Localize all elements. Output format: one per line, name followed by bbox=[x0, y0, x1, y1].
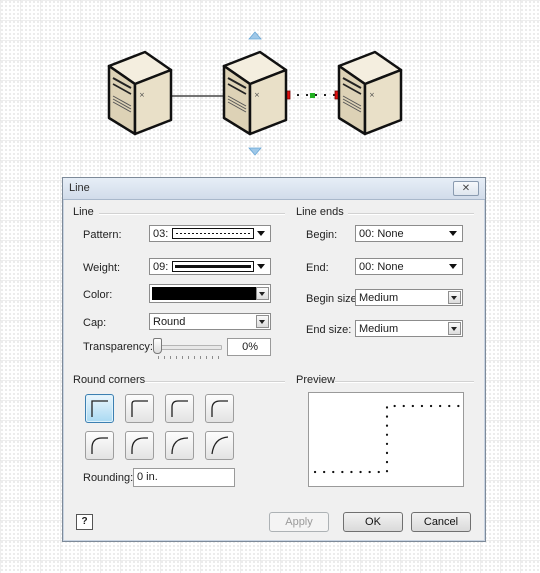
begin-dropdown[interactable]: 00: None bbox=[355, 225, 463, 242]
rounded-corner-2-icon bbox=[171, 400, 188, 417]
connector-mid-handle bbox=[310, 93, 315, 98]
color-label: Color: bbox=[83, 289, 113, 301]
weight-swatch bbox=[172, 261, 254, 272]
svg-text:×: × bbox=[254, 91, 260, 99]
corner-radius-1-button[interactable] bbox=[125, 394, 154, 423]
transparency-slider-ticks bbox=[158, 356, 220, 359]
corner-radius-4-button[interactable] bbox=[85, 431, 114, 460]
begin-size-dropdown[interactable]: Medium bbox=[355, 289, 463, 306]
cancel-button[interactable]: Cancel bbox=[411, 512, 471, 532]
corner-radius-3-button[interactable] bbox=[205, 394, 234, 423]
begin-value: 00: None bbox=[359, 228, 404, 240]
pattern-label: Pattern: bbox=[83, 229, 122, 241]
line-dialog: Line ✕ Line Pattern: 03: Weight: 09: Col… bbox=[62, 177, 486, 542]
server-icon-left[interactable]: × bbox=[105, 48, 175, 138]
line-preview bbox=[308, 392, 464, 487]
weight-value: 09: bbox=[153, 261, 169, 273]
preview-divider bbox=[335, 381, 474, 383]
ok-button[interactable]: OK bbox=[343, 512, 403, 532]
weight-label: Weight: bbox=[83, 262, 121, 274]
chevron-down-icon bbox=[449, 231, 457, 236]
pattern-dropdown[interactable]: 03: bbox=[149, 225, 271, 242]
end-size-value: Medium bbox=[359, 323, 399, 335]
svg-text:×: × bbox=[369, 91, 375, 99]
cap-value: Round bbox=[153, 316, 186, 328]
end-dropdown[interactable]: 00: None bbox=[355, 258, 463, 275]
server-icon-middle[interactable]: × bbox=[220, 48, 290, 138]
rounded-corner-6-icon bbox=[171, 437, 189, 455]
transparency-input[interactable]: 0% bbox=[227, 338, 271, 356]
rounded-corner-4-icon bbox=[91, 437, 108, 454]
connector-solid[interactable] bbox=[170, 93, 226, 99]
rounding-value: 0 in. bbox=[137, 471, 158, 483]
rounded-corner-1-icon bbox=[131, 400, 148, 417]
preview-dotted-line bbox=[313, 404, 461, 474]
transparency-slider-thumb[interactable] bbox=[153, 338, 162, 354]
rounding-label: Rounding: bbox=[83, 472, 134, 484]
end-value: 00: None bbox=[359, 261, 404, 273]
apply-button[interactable]: Apply bbox=[269, 512, 329, 532]
pattern-value: 03: bbox=[153, 228, 169, 240]
help-button[interactable]: ? bbox=[76, 514, 93, 530]
chevron-down-icon bbox=[257, 264, 265, 269]
selection-arrow-up-icon[interactable] bbox=[248, 31, 262, 41]
chevron-down-icon bbox=[256, 315, 269, 328]
begin-label: Begin: bbox=[306, 229, 338, 241]
rounded-corner-3-icon bbox=[211, 400, 228, 417]
chevron-down-icon bbox=[256, 287, 269, 300]
color-dropdown[interactable] bbox=[149, 284, 271, 303]
end-size-label: End size: bbox=[306, 324, 352, 336]
close-icon: ✕ bbox=[461, 183, 471, 194]
chevron-down-icon bbox=[448, 322, 461, 335]
chevron-down-icon bbox=[448, 291, 461, 304]
svg-text:×: × bbox=[139, 91, 145, 99]
end-size-dropdown[interactable]: Medium bbox=[355, 320, 463, 337]
begin-size-label: Begin size: bbox=[306, 293, 360, 305]
corner-radius-6-button[interactable] bbox=[165, 431, 194, 460]
transparency-value: 0% bbox=[242, 341, 258, 353]
transparency-label: Transparency: bbox=[83, 341, 153, 353]
round-corners-divider bbox=[145, 381, 285, 383]
server-icon-right[interactable]: × bbox=[335, 48, 405, 138]
begin-size-value: Medium bbox=[359, 292, 399, 304]
corner-radius-7-button[interactable] bbox=[205, 431, 234, 460]
corner-radius-5-button[interactable] bbox=[125, 431, 154, 460]
weight-dropdown[interactable]: 09: bbox=[149, 258, 271, 275]
corner-radius-0-button[interactable] bbox=[85, 394, 114, 423]
line-group-divider bbox=[99, 213, 285, 215]
cap-label: Cap: bbox=[83, 317, 107, 329]
line-ends-group-label: Line ends bbox=[296, 206, 344, 218]
chevron-down-icon bbox=[257, 231, 265, 236]
line-group-label: Line bbox=[73, 206, 94, 218]
selection-arrow-down-icon[interactable] bbox=[248, 146, 262, 156]
end-label: End: bbox=[306, 262, 329, 274]
dialog-title: Line bbox=[69, 182, 90, 194]
help-icon: ? bbox=[81, 516, 88, 527]
close-button[interactable]: ✕ bbox=[453, 181, 479, 196]
corner-radius-2-button[interactable] bbox=[165, 394, 194, 423]
color-swatch bbox=[152, 287, 256, 300]
line-ends-divider bbox=[348, 213, 474, 215]
pattern-swatch bbox=[172, 228, 254, 239]
rounding-input[interactable]: 0 in. bbox=[133, 468, 235, 487]
rounded-corner-7-icon bbox=[211, 436, 229, 455]
square-corner-icon bbox=[91, 400, 108, 417]
transparency-slider-track[interactable] bbox=[158, 345, 222, 350]
chevron-down-icon bbox=[449, 264, 457, 269]
rounded-corner-5-icon bbox=[131, 437, 148, 454]
round-corners-group-label: Round corners bbox=[73, 374, 146, 386]
cap-dropdown[interactable]: Round bbox=[149, 313, 271, 330]
preview-group-label: Preview bbox=[296, 374, 336, 386]
dialog-titlebar[interactable]: Line ✕ bbox=[63, 178, 485, 200]
